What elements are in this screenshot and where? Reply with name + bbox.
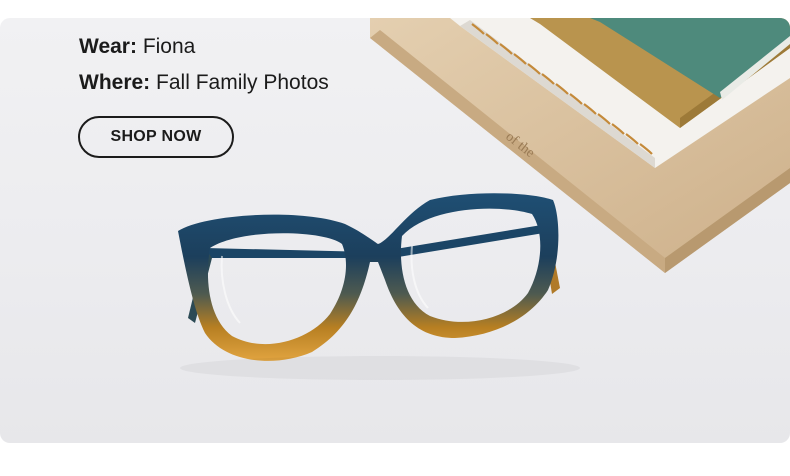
shop-now-button[interactable]: SHOP NOW	[78, 116, 234, 158]
wear-line: Wear: Fiona	[79, 32, 195, 62]
hero-banner: of the Wear: Fiona Where: Fall Family Ph…	[0, 18, 790, 443]
wear-value: Fiona	[142, 35, 196, 58]
where-label: Where:	[79, 71, 151, 94]
eyeglasses	[178, 193, 560, 361]
where-line: Where: Fall Family Photos	[79, 68, 329, 98]
wear-label: Wear:	[79, 35, 137, 58]
where-value: Fall Family Photos	[156, 71, 329, 94]
